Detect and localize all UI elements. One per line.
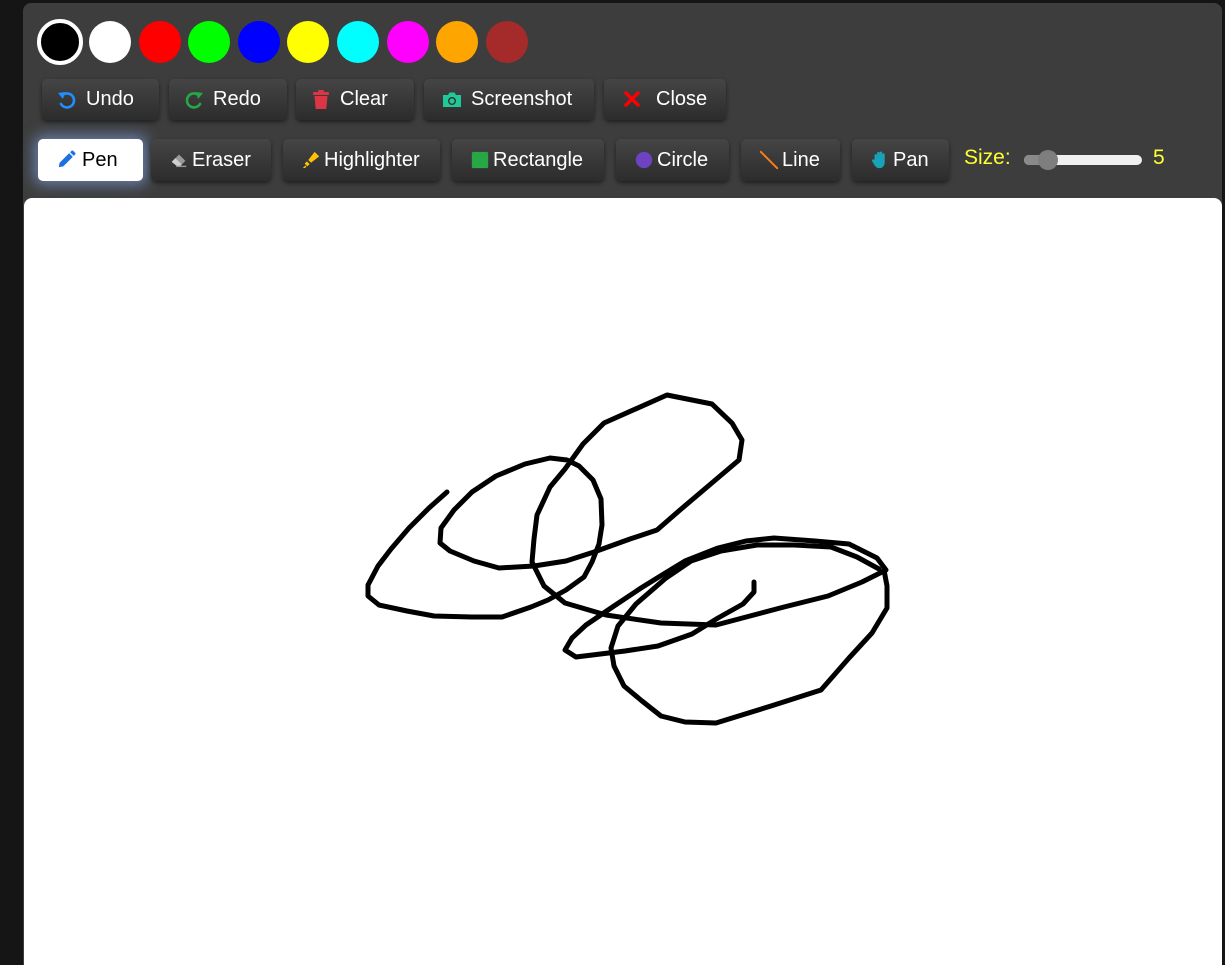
color-swatch-white[interactable] bbox=[89, 21, 131, 63]
color-swatch-magenta[interactable] bbox=[386, 21, 429, 63]
tool-line[interactable]: Line bbox=[741, 139, 840, 181]
color-swatch-brown[interactable] bbox=[485, 21, 528, 63]
line-icon bbox=[759, 149, 779, 171]
tool-highlighter[interactable]: Highlighter bbox=[283, 139, 440, 181]
square-icon bbox=[470, 149, 490, 171]
tool-rectangle-label: Rectangle bbox=[493, 148, 584, 171]
screenshot-label: Screenshot bbox=[471, 88, 573, 110]
color-swatch-black[interactable] bbox=[37, 19, 83, 65]
undo-icon bbox=[56, 89, 78, 111]
color-swatch-orange[interactable] bbox=[436, 21, 479, 63]
redo-button[interactable]: Redo bbox=[169, 79, 287, 120]
trash-icon bbox=[310, 89, 332, 111]
eraser-icon bbox=[169, 149, 189, 171]
clear-button[interactable]: Clear bbox=[296, 79, 414, 120]
tool-eraser[interactable]: Eraser bbox=[151, 139, 271, 181]
tool-pen-label: Pen bbox=[82, 148, 118, 171]
tool-line-label: Line bbox=[782, 148, 820, 171]
size-value: 5 bbox=[1153, 146, 1165, 169]
tool-circle[interactable]: Circle bbox=[616, 139, 729, 181]
close-icon bbox=[622, 89, 644, 111]
highlighter-icon bbox=[301, 149, 321, 171]
screenshot-button[interactable]: Screenshot bbox=[424, 79, 594, 120]
color-swatch-red[interactable] bbox=[138, 21, 181, 63]
color-swatch-yellow[interactable] bbox=[287, 21, 330, 63]
tool-pen[interactable]: Pen bbox=[38, 139, 143, 181]
circle-icon bbox=[634, 149, 654, 171]
size-slider-thumb[interactable] bbox=[1037, 150, 1058, 170]
color-swatch-green[interactable] bbox=[188, 21, 231, 63]
color-swatch-blue[interactable] bbox=[237, 21, 280, 63]
size-label: Size: bbox=[964, 146, 1011, 169]
pencil-icon bbox=[56, 149, 76, 171]
tool-eraser-label: Eraser bbox=[192, 148, 251, 171]
drawing-canvas[interactable] bbox=[24, 198, 1222, 965]
size-slider[interactable] bbox=[1024, 150, 1142, 170]
undo-button[interactable]: Undo bbox=[42, 79, 159, 120]
camera-icon bbox=[441, 89, 463, 111]
hand-icon bbox=[870, 149, 890, 171]
drawing-app: Undo Redo Clear Screenshot Close Pen Era… bbox=[23, 3, 1222, 965]
undo-label: Undo bbox=[86, 88, 134, 110]
tool-pan[interactable]: Pan bbox=[852, 139, 949, 181]
tool-circle-label: Circle bbox=[657, 148, 709, 171]
close-label: Close bbox=[656, 88, 708, 110]
tool-rectangle[interactable]: Rectangle bbox=[452, 139, 604, 181]
close-button[interactable]: Close bbox=[604, 79, 726, 120]
drawing-surface bbox=[365, 392, 890, 726]
pen-stroke bbox=[608, 542, 890, 726]
color-swatch-cyan[interactable] bbox=[336, 21, 379, 63]
tool-pan-label: Pan bbox=[893, 148, 929, 171]
clear-label: Clear bbox=[340, 88, 388, 110]
color-palette bbox=[37, 19, 535, 65]
redo-icon bbox=[183, 89, 205, 111]
tool-highlighter-label: Highlighter bbox=[324, 148, 420, 171]
redo-label: Redo bbox=[213, 88, 261, 110]
